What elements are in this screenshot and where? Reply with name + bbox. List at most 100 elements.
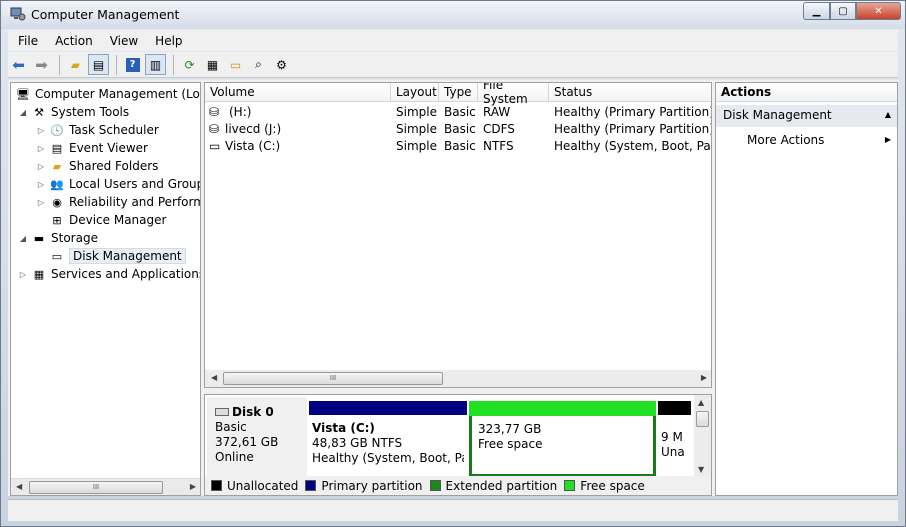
open-button[interactable]: ▭: [225, 54, 246, 75]
settings-button[interactable]: ⚙: [271, 54, 292, 75]
expand-arrow-icon[interactable]: ▷: [35, 144, 47, 153]
table-row[interactable]: ⛁ (H:) Simple Basic RAW Healthy (Primary…: [205, 104, 711, 121]
up-one-level-button[interactable]: ▰: [65, 54, 86, 75]
partition-unallocated[interactable]: 9 M Una: [658, 401, 691, 477]
scroll-right-icon[interactable]: ▶: [190, 482, 196, 491]
partition-size: 323,77 GB: [478, 422, 542, 436]
shared-folder-icon: ▰: [52, 159, 62, 173]
disk-name-row: Disk 0: [215, 405, 307, 420]
show-hide-tree-button[interactable]: ▤: [88, 54, 109, 75]
scroll-down-icon[interactable]: ▼: [698, 465, 704, 474]
tree-item-label: Computer Management (Local: [35, 87, 201, 101]
legend-label: Free space: [580, 478, 645, 493]
disk-map-vertical-scrollbar[interactable]: ▲ ▼: [694, 395, 711, 477]
partition-color-bar: [309, 401, 467, 415]
refresh-icon: ⟳: [184, 57, 195, 72]
properties-button[interactable]: ▦: [202, 54, 223, 75]
scroll-left-icon[interactable]: ◀: [16, 482, 22, 491]
console-tree: 🖥 Computer Management (Local ◢ ⚒ System …: [10, 82, 201, 496]
collapse-arrow-icon[interactable]: ◢: [17, 108, 29, 117]
tree-item-label: Device Manager: [69, 213, 167, 227]
refresh-button[interactable]: ⟳: [179, 54, 200, 75]
partition-size: 48,83 GB NTFS: [312, 436, 403, 450]
search-button[interactable]: ⌕: [248, 54, 269, 75]
tree-item-label: System Tools: [51, 105, 130, 119]
collapse-up-icon[interactable]: ▲: [885, 110, 891, 119]
tree-item-local-users[interactable]: ▷ 👥 Local Users and Groups: [35, 175, 200, 193]
tree-item-root[interactable]: 🖥 Computer Management (Local: [13, 85, 201, 103]
scrollbar-thumb[interactable]: III: [223, 372, 443, 385]
actions-section-disk-management[interactable]: Disk Management ▲: [716, 105, 897, 127]
volume-name: livecd (J:): [225, 122, 282, 136]
partition-free-space[interactable]: 323,77 GB Free space: [469, 401, 656, 477]
toolbar-separator: [116, 54, 117, 75]
minimize-button[interactable]: ▁: [803, 2, 830, 20]
show-hide-action-pane-button[interactable]: ▥: [145, 54, 166, 75]
table-row[interactable]: ▭ Vista (C:) Simple Basic NTFS Healthy (…: [205, 138, 711, 155]
tree-item-label: Shared Folders: [69, 159, 159, 173]
menu-view[interactable]: View: [100, 34, 145, 48]
column-header-type[interactable]: Type: [439, 83, 478, 102]
scroll-up-icon[interactable]: ▲: [698, 398, 704, 407]
scroll-left-icon[interactable]: ◀: [211, 373, 217, 382]
partition-body: Vista (C:) 48,83 GB NTFS Healthy (System…: [312, 421, 464, 466]
volume-file-system: CDFS: [483, 122, 515, 136]
submenu-arrow-icon: ▶: [884, 135, 891, 144]
column-header-layout[interactable]: Layout: [391, 83, 439, 102]
expand-arrow-icon[interactable]: ▷: [17, 270, 29, 279]
maximize-button[interactable]: ▢: [830, 2, 856, 20]
more-actions-item[interactable]: More Actions ▶: [716, 129, 897, 151]
collapse-arrow-icon[interactable]: ◢: [17, 234, 29, 243]
volume-file-system: NTFS: [483, 139, 514, 153]
scrollbar-thumb[interactable]: [696, 411, 709, 427]
back-arrow-icon: ⬅: [12, 55, 25, 74]
forward-button[interactable]: ➡: [31, 54, 52, 75]
disk-map: Disk 0 Basic 372,61 GB Online Vista (C:)…: [204, 394, 712, 496]
legend-swatch: [211, 480, 222, 491]
title-bar[interactable]: Computer Management ▁ ▢ ✕: [1, 1, 905, 29]
volume-layout: Simple: [396, 105, 437, 119]
tree-item-services[interactable]: ▷ ▦ Services and Applications: [17, 265, 200, 283]
scrollbar-thumb[interactable]: III: [29, 481, 163, 494]
tree-item-system-tools[interactable]: ◢ ⚒ System Tools: [17, 103, 129, 121]
help-button[interactable]: ?: [122, 54, 143, 75]
tree-item-disk-management[interactable]: ▭ Disk Management: [47, 247, 186, 265]
tree-item-shared-folders[interactable]: ▷ ▰ Shared Folders: [35, 157, 158, 175]
close-button[interactable]: ✕: [856, 2, 901, 20]
volume-status: Healthy (Primary Partition): [554, 105, 712, 119]
column-header-status[interactable]: Status: [549, 83, 711, 102]
expand-arrow-icon[interactable]: ▷: [35, 198, 47, 207]
expand-arrow-icon[interactable]: ▷: [35, 180, 47, 189]
volume-status: Healthy (Primary Partition): [554, 122, 712, 136]
legend-swatch: [564, 480, 576, 491]
volume-type: Basic: [444, 105, 476, 119]
column-header-file-system[interactable]: File System: [478, 83, 549, 106]
partition-color-bar: [469, 401, 656, 416]
legend-swatch: [429, 480, 441, 491]
tree-item-device-manager[interactable]: ⊞ Device Manager: [47, 211, 166, 229]
volume-list-horizontal-scrollbar[interactable]: ◀ III ▶: [205, 370, 711, 387]
tree-item-label: Reliability and Performa: [69, 195, 201, 209]
tree-horizontal-scrollbar[interactable]: ◀ III ▶: [11, 478, 200, 495]
menu-help[interactable]: Help: [145, 34, 189, 48]
volume-status: Healthy (System, Boot, Page F: [554, 139, 711, 153]
expand-arrow-icon[interactable]: ▷: [35, 162, 47, 171]
disk-label[interactable]: Disk 0 Basic 372,61 GB Online: [207, 397, 307, 477]
search-icon: ⌕: [255, 57, 262, 71]
back-button[interactable]: ⬅: [8, 54, 29, 75]
menu-file[interactable]: File: [8, 34, 45, 48]
tree-item-label: Storage: [51, 231, 98, 245]
column-header-volume[interactable]: Volume: [205, 83, 391, 102]
tree-item-event-viewer[interactable]: ▷ ▤ Event Viewer: [35, 139, 148, 157]
tree-item-reliability[interactable]: ▷ ◉ Reliability and Performa: [35, 193, 201, 211]
partition-vista[interactable]: Vista (C:) 48,83 GB NTFS Healthy (System…: [309, 401, 467, 477]
partition-color-bar: [658, 401, 691, 415]
menu-action[interactable]: Action: [45, 34, 100, 48]
tree-item-storage[interactable]: ◢ ▬ Storage: [17, 229, 98, 247]
expand-arrow-icon[interactable]: ▷: [35, 126, 47, 135]
volume-name: Vista (C:): [225, 139, 281, 153]
scroll-right-icon[interactable]: ▶: [701, 373, 707, 382]
partition-size: 9 M: [661, 430, 683, 444]
tree-item-task-scheduler[interactable]: ▷ 🕓 Task Scheduler: [35, 121, 159, 139]
table-row[interactable]: ⛁ livecd (J:) Simple Basic CDFS Healthy …: [205, 121, 711, 138]
